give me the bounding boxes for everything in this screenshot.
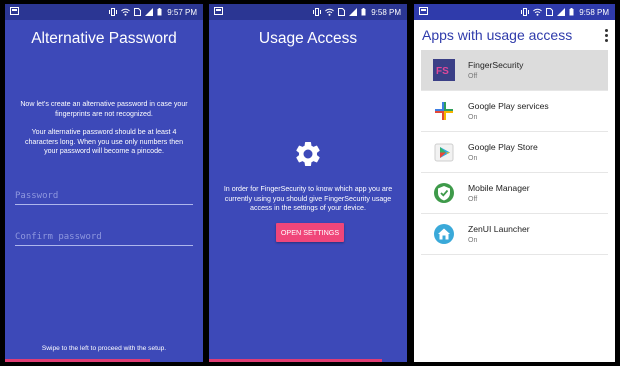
app-name: Mobile Manager: [468, 183, 530, 193]
svg-text:FS: FS: [436, 66, 449, 77]
google-play-store-icon: [433, 141, 455, 163]
no-sim-icon: [134, 8, 142, 16]
notification-icon: [419, 7, 428, 17]
list-item-zenui-launcher[interactable]: ZenUI Launcher On: [421, 214, 608, 255]
battery-icon: [569, 8, 574, 16]
vibrate-icon: [521, 8, 530, 16]
setup-progress-bar: [209, 359, 382, 362]
app-status: On: [468, 237, 478, 244]
vibrate-icon: [109, 8, 118, 16]
status-bar: 9:58 PM: [414, 4, 615, 20]
password-rules-text: Your alternative password should be at l…: [24, 128, 184, 155]
signal-icon: [557, 8, 566, 16]
password-field[interactable]: Password: [15, 189, 193, 205]
zenui-launcher-icon: [433, 223, 455, 245]
wifi-icon: [325, 8, 335, 16]
alternative-password-screen: 9:57 PM Alternative Password Now let's c…: [5, 4, 203, 362]
intro-text: Now let's create an alternative password…: [20, 100, 188, 118]
page-title: Apps with usage access: [422, 27, 573, 43]
gear-icon: [296, 141, 320, 166]
swipe-hint: Swipe to the left to proceed with the se…: [41, 345, 167, 352]
usage-access-screen: 9:58 PM Usage Access In order for Finger…: [209, 4, 407, 362]
no-sim-icon: [338, 8, 346, 16]
status-time: 9:58 PM: [371, 7, 401, 17]
app-status: On: [468, 114, 478, 121]
wifi-icon: [121, 8, 131, 16]
vibrate-icon: [313, 8, 322, 16]
list-item-fingersecurity[interactable]: FS FingerSecurity Off: [421, 50, 608, 91]
overflow-menu-icon[interactable]: [603, 28, 609, 42]
list-item-google-play-services[interactable]: Google Play services On: [421, 91, 608, 132]
status-time: 9:58 PM: [579, 7, 609, 17]
wifi-icon: [533, 8, 543, 16]
no-sim-icon: [546, 8, 554, 16]
usage-access-explanation: In order for FingerSecurity to know whic…: [223, 185, 393, 212]
battery-icon: [157, 8, 162, 16]
notification-icon: [214, 7, 223, 17]
list-item-mobile-manager[interactable]: Mobile Manager Off: [421, 173, 608, 214]
page-title: Alternative Password: [31, 30, 177, 47]
app-bar: Apps with usage access: [414, 20, 615, 50]
app-list: FS FingerSecurity Off Google Play servic…: [414, 50, 615, 255]
page-title: Usage Access: [258, 30, 358, 47]
status-bar: 9:57 PM: [5, 4, 203, 20]
setup-progress-bar: [5, 359, 150, 362]
app-status: Off: [468, 73, 478, 80]
apps-usage-access-screen: 9:58 PM Apps with usage access FS Finger…: [414, 4, 615, 362]
google-play-services-icon: [433, 100, 455, 122]
app-name: ZenUI Launcher: [468, 224, 530, 234]
app-name: Google Play Store: [468, 142, 538, 152]
signal-icon: [145, 8, 154, 16]
fingersecurity-icon: FS: [433, 59, 455, 81]
status-time: 9:57 PM: [167, 7, 197, 17]
app-status: On: [468, 155, 478, 162]
app-status: Off: [468, 196, 478, 203]
signal-icon: [349, 8, 358, 16]
battery-icon: [361, 8, 366, 16]
open-settings-button[interactable]: OPEN SETTINGS: [276, 223, 344, 242]
mobile-manager-icon: [433, 182, 455, 204]
list-item-google-play-store[interactable]: Google Play Store On: [421, 132, 608, 173]
status-bar: 9:58 PM: [209, 4, 407, 20]
app-name: Google Play services: [468, 101, 549, 111]
app-name: FingerSecurity: [468, 60, 524, 70]
notification-icon: [10, 7, 19, 17]
confirm-password-field[interactable]: Confirm password: [15, 230, 193, 246]
